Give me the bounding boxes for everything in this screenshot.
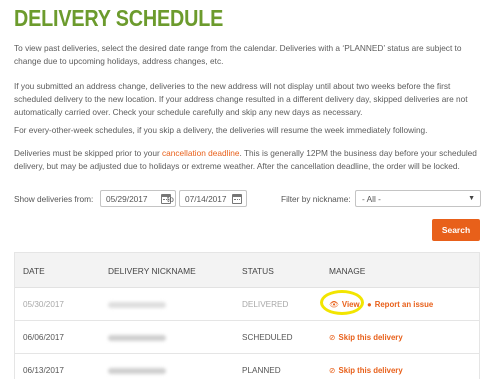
report-issue-link[interactable]: ● Report an issue — [367, 300, 433, 309]
redacted-nickname — [108, 368, 166, 374]
redacted-nickname — [108, 302, 166, 308]
filter-bar: Show deliveries from: 05/29/2017 to 07/1… — [14, 190, 481, 208]
nickname-filter-label: Filter by nickname: — [281, 194, 351, 204]
page-title: DELIVERY SCHEDULE — [14, 5, 224, 31]
row-status: DELIVERED — [242, 300, 289, 309]
calendar-icon[interactable] — [232, 194, 242, 204]
row-date: 05/30/2017 — [23, 300, 64, 309]
nickname-selected-value: - All - — [362, 194, 381, 204]
to-date-value: 07/14/2017 — [185, 194, 227, 204]
row-date: 06/13/2017 — [23, 366, 64, 375]
row-status: PLANNED — [242, 366, 281, 375]
skip-label: Skip this delivery — [338, 366, 403, 375]
table-row: 06/06/2017 SCHEDULED ⊘ Skip this delivery — [15, 321, 479, 354]
row-date: 06/06/2017 — [23, 333, 64, 342]
table-header: DATE DELIVERY NICKNAME STATUS MANAGE — [15, 253, 479, 288]
from-date-value: 05/29/2017 — [106, 194, 148, 204]
ban-icon: ⊘ — [329, 333, 336, 342]
skip-label: Skip this delivery — [338, 333, 403, 342]
chevron-down-icon: ▼ — [468, 195, 475, 202]
view-label: View — [341, 300, 360, 309]
to-label: to — [167, 194, 174, 204]
row-status: SCHEDULED — [242, 333, 293, 342]
report-issue-label: Report an issue — [374, 300, 434, 309]
header-nickname: DELIVERY NICKNAME — [108, 266, 196, 276]
header-manage: MANAGE — [329, 266, 366, 276]
intro-paragraph-2: If you submitted an address change, deli… — [14, 81, 468, 117]
delivery-table: DATE DELIVERY NICKNAME STATUS MANAGE 05/… — [14, 252, 480, 379]
redacted-nickname — [108, 335, 166, 341]
intro-paragraph-1: To view past deliveries, select the desi… — [14, 43, 462, 66]
ban-icon: ⊘ — [329, 366, 336, 375]
skip-delivery-link[interactable]: ⊘ Skip this delivery — [329, 366, 403, 375]
from-date-input[interactable]: 05/29/2017 — [100, 190, 176, 207]
alert-icon: ● — [367, 300, 372, 309]
search-button[interactable]: Search — [432, 219, 480, 241]
deadline-text-before: Deliveries must be skipped prior to your — [14, 148, 163, 158]
intro-paragraph-3: For every-other-week schedules, if you s… — [14, 125, 428, 135]
cancellation-deadline-link[interactable]: cancellation deadline — [162, 148, 240, 158]
table-row: 05/30/2017 DELIVERED 👁 View ● Report an is… — [15, 288, 479, 321]
nickname-select[interactable]: - All - ▼ — [355, 190, 481, 207]
eye-icon: 👁 — [329, 300, 339, 309]
header-status: STATUS — [242, 266, 274, 276]
intro-paragraph-4: Deliveries must be skipped prior to your… — [14, 147, 490, 173]
table-row: 06/13/2017 PLANNED ⊘ Skip this delivery — [15, 354, 479, 379]
skip-delivery-link[interactable]: ⊘ Skip this delivery — [329, 333, 403, 342]
view-delivery-link[interactable]: 👁 View — [329, 300, 360, 309]
header-date: DATE — [23, 266, 45, 276]
to-date-input[interactable]: 07/14/2017 — [179, 190, 247, 207]
show-deliveries-label: Show deliveries from: — [14, 194, 94, 204]
